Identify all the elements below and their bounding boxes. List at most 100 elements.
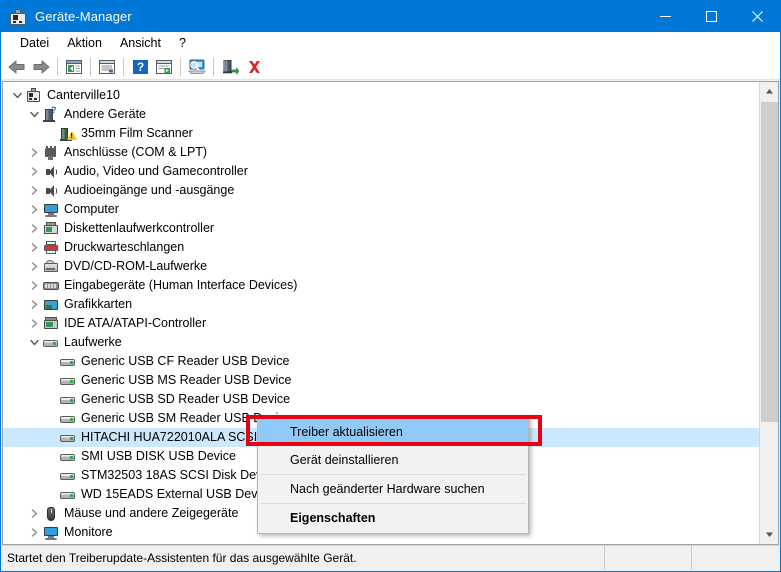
mouse-icon [42,505,60,522]
vertical-scrollbar[interactable] [759,82,778,544]
update-driver-toolbar-button[interactable] [152,56,176,78]
chevron-down-icon[interactable] [26,333,42,352]
graphics-card-icon [42,296,60,313]
twisty-spacer [43,124,59,143]
forward-button[interactable] [29,56,53,78]
menu-help[interactable]: ? [170,34,195,52]
chevron-right-icon[interactable] [26,276,42,295]
tree-item-label: IDE ATA/ATAPI-Controller [64,316,207,330]
speaker-icon [42,163,60,180]
monitor-icon [42,201,60,218]
device-manager-icon [9,8,27,26]
scrollbar-thumb[interactable] [761,102,778,422]
tree-item[interactable]: ? Andere Geräte [3,105,759,124]
chevron-right-icon[interactable] [26,219,42,238]
tree-item[interactable]: Eingabegeräte (Human Interface Devices) [3,276,759,295]
menu-datei[interactable]: Datei [11,34,58,52]
chevron-right-icon[interactable] [26,238,42,257]
menu-ansicht[interactable]: Ansicht [111,34,170,52]
chevron-right-icon[interactable] [26,143,42,162]
scan-hardware-changes-toolbar-button[interactable] [185,56,209,78]
status-pane-2 [605,546,692,570]
disk-drive-icon [59,372,77,389]
tree-item[interactable]: Generic USB SD Reader USB Device [3,390,759,409]
twisty-spacer [43,485,59,504]
menu-bar: Datei Aktion Ansicht ? [1,32,780,54]
dvd-drive-icon [42,258,60,275]
tree-item[interactable]: Audioeingänge und -ausgänge [3,181,759,200]
tree-item[interactable]: Diskettenlaufwerkcontroller [3,219,759,238]
tree-item[interactable]: Anschlüsse (COM & LPT) [3,143,759,162]
ctx-update-driver[interactable]: Treiber aktualisieren [258,418,528,446]
speaker-icon [42,182,60,199]
chevron-right-icon[interactable] [26,523,42,542]
properties-window-button[interactable] [95,56,119,78]
status-bar: Startet den Treiberupdate-Assistenten fü… [2,545,779,570]
tree-item[interactable]: DVD/CD-ROM-Laufwerke [3,257,759,276]
disk-drive-icon [59,467,77,484]
ctx-uninstall-device[interactable]: Gerät deinstallieren [258,446,528,474]
ctx-scan-hardware-changes[interactable]: Nach geänderter Hardware suchen [258,475,528,503]
disk-drive-icon [59,410,77,427]
tree-item[interactable]: Generic USB MS Reader USB Device [3,371,759,390]
tree-item-label: STM32503 18AS SCSI Disk Device [81,468,279,482]
computer-icon [25,87,43,104]
tree-item[interactable]: Computer [3,200,759,219]
tree-item[interactable]: Laufwerke [3,333,759,352]
scroll-up-arrow[interactable] [760,82,778,101]
enable-device-button[interactable] [218,56,242,78]
maximize-button[interactable] [688,1,734,32]
unknown-device-icon: ? [42,106,60,123]
chevron-right-icon[interactable] [26,314,42,333]
device-context-menu[interactable]: Treiber aktualisieren Gerät deinstalliere… [257,416,529,534]
toolbar-separator [180,57,181,76]
toolbar-separator [213,57,214,76]
toolbar: ? [1,54,780,80]
status-text: Startet den Treiberupdate-Assistenten fü… [2,546,605,570]
chevron-right-icon[interactable] [26,257,42,276]
tree-item[interactable]: 35mm Film Scanner [3,124,759,143]
twisty-spacer [43,352,59,371]
twisty-spacer [43,390,59,409]
help-button-toolbar[interactable]: ? [128,56,152,78]
tree-item[interactable]: Audio, Video und Gamecontroller [3,162,759,181]
chevron-right-icon[interactable] [26,181,42,200]
twisty-spacer [43,447,59,466]
tree-item[interactable]: Druckwarteschlangen [3,238,759,257]
chevron-right-icon[interactable] [26,162,42,181]
tree-item-label: Druckwarteschlangen [64,240,185,254]
tree-item-label: WD 15EADS External USB Device [81,487,274,501]
tree-item-label: Monitore [64,525,113,539]
warning-device-icon [59,125,77,142]
scroll-down-arrow[interactable] [760,525,778,544]
minimize-button[interactable] [642,1,688,32]
tree-item-label: Laufwerke [64,335,122,349]
tree-item[interactable]: Generic USB CF Reader USB Device [3,352,759,371]
controller-card-icon [42,220,60,237]
chevron-down-icon[interactable] [26,105,42,124]
toolbar-separator [90,57,91,76]
disk-drive-icon [42,334,60,351]
window-title: Geräte-Manager [35,9,132,24]
back-button[interactable] [5,56,29,78]
chevron-right-icon[interactable] [26,295,42,314]
tree-item[interactable]: IDE ATA/ATAPI-Controller [3,314,759,333]
twisty-spacer [43,428,59,447]
chevron-right-icon[interactable] [26,200,42,219]
twisty-spacer [43,466,59,485]
tree-item-label: 35mm Film Scanner [81,126,193,140]
console-tree-button[interactable] [62,56,86,78]
chevron-right-icon[interactable] [26,504,42,523]
ctx-properties[interactable]: Eigenschaften [258,504,528,532]
tree-item-label: Anschlüsse (COM & LPT) [64,145,208,159]
status-pane-3 [692,546,779,570]
tree-item[interactable]: Grafikkarten [3,295,759,314]
chevron-down-icon[interactable] [9,86,25,105]
twisty-spacer [43,371,59,390]
uninstall-device-button[interactable] [242,56,266,78]
close-button[interactable] [734,1,780,32]
tree-item[interactable]: Canterville10 [3,86,759,105]
disk-drive-icon [59,391,77,408]
printer-icon [42,239,60,256]
menu-aktion[interactable]: Aktion [58,34,111,52]
